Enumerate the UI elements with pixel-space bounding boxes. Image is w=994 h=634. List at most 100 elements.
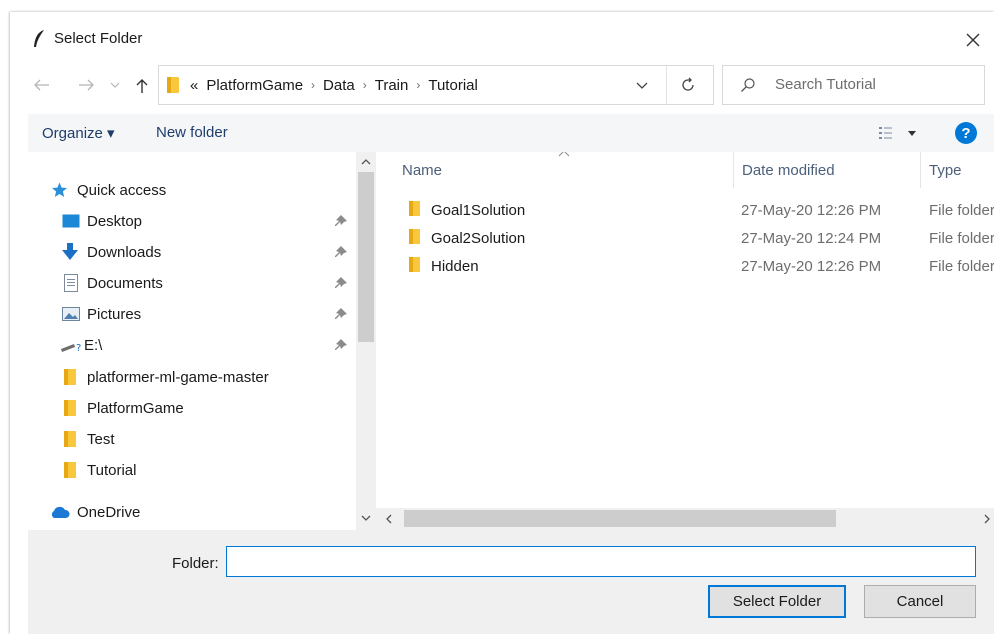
column-header-date-modified[interactable]: Date modified: [742, 162, 835, 179]
file-name: Hidden: [431, 257, 479, 275]
sidebar-item-platformer-ml-game-master[interactable]: platformer-ml-game-master: [28, 363, 358, 391]
command-bar: Organize ▾ New folder ?: [28, 114, 994, 153]
breadcrumb-train[interactable]: Train: [373, 77, 411, 94]
list-item[interactable]: Goal1Solution 27-May-20 12:26 PM File fo…: [376, 197, 994, 223]
drive-icon: ?: [61, 343, 81, 353]
file-name: Goal1Solution: [431, 201, 526, 219]
file-date: 27-May-20 12:24 PM: [741, 229, 882, 247]
file-name: Goal2Solution: [431, 229, 526, 247]
help-icon: ?: [961, 124, 971, 142]
breadcrumb-data[interactable]: Data: [321, 77, 357, 94]
pin-icon[interactable]: [334, 245, 348, 259]
document-icon: [64, 274, 78, 292]
sidebar-item-documents[interactable]: Documents: [28, 269, 358, 297]
column-divider[interactable]: [920, 152, 921, 188]
view-options-button[interactable]: [872, 123, 922, 143]
chevron-right-icon: ›: [362, 78, 367, 92]
scroll-left-icon[interactable]: [385, 514, 392, 524]
breadcrumb-platformgame[interactable]: PlatformGame: [204, 77, 305, 94]
pin-icon[interactable]: [334, 307, 348, 321]
sidebar-item-platformgame[interactable]: PlatformGame: [28, 394, 358, 422]
scroll-thumb[interactable]: [358, 172, 374, 342]
desktop-icon: [62, 214, 80, 228]
sidebar-item-drive-e[interactable]: ? E:\: [28, 331, 358, 359]
folder-icon: [64, 431, 76, 447]
breadcrumb-tutorial[interactable]: Tutorial: [426, 77, 479, 94]
scroll-thumb[interactable]: [404, 510, 836, 527]
scroll-right-icon[interactable]: [984, 514, 991, 524]
close-icon: [966, 33, 980, 47]
column-header-type[interactable]: Type: [929, 162, 962, 179]
scroll-up-icon[interactable]: [361, 158, 371, 165]
folder-icon: [409, 257, 420, 272]
list-item[interactable]: Hidden 27-May-20 12:26 PM File folder: [376, 253, 994, 279]
file-type: File folder: [929, 229, 994, 247]
address-dropdown-button[interactable]: [629, 75, 655, 95]
dialog-title: Select Folder: [54, 30, 143, 47]
folder-icon: [409, 229, 420, 244]
refresh-icon: [682, 77, 694, 91]
address-bar[interactable]: « PlatformGame › Data › Train › Tutorial: [158, 65, 714, 105]
file-list: Name Date modified Type Goal1Solution 27…: [376, 152, 994, 508]
help-button[interactable]: ?: [955, 122, 977, 144]
chevron-down-icon: [110, 82, 120, 88]
svg-text:?: ?: [76, 343, 81, 353]
refresh-button[interactable]: [673, 74, 703, 96]
chevron-right-icon: ›: [311, 78, 316, 92]
file-list-scrollbar[interactable]: [376, 508, 994, 530]
pictures-icon: [62, 307, 80, 321]
folder-input[interactable]: [226, 546, 976, 577]
file-type: File folder: [929, 257, 994, 275]
scroll-down-icon[interactable]: [361, 515, 371, 522]
search-box[interactable]: Search Tutorial: [722, 65, 985, 105]
sidebar-item-pictures[interactable]: Pictures: [28, 300, 358, 328]
sidebar-item-tutorial[interactable]: Tutorial: [28, 456, 358, 484]
cancel-button[interactable]: Cancel: [864, 585, 976, 618]
sidebar-item-quick-access[interactable]: Quick access: [28, 176, 358, 204]
file-date: 27-May-20 12:26 PM: [741, 257, 882, 275]
column-header-name[interactable]: Name: [402, 162, 442, 179]
folder-icon: [64, 462, 76, 478]
sidebar-item-downloads[interactable]: Downloads: [28, 238, 358, 266]
search-icon: [741, 78, 755, 92]
organize-button[interactable]: Organize ▾: [42, 124, 115, 142]
pin-icon[interactable]: [334, 338, 348, 352]
sort-ascending-icon: [558, 152, 570, 157]
folder-icon: [64, 369, 76, 385]
folder-icon: [64, 400, 76, 416]
list-item[interactable]: Goal2Solution 27-May-20 12:24 PM File fo…: [376, 225, 994, 251]
star-icon: [52, 182, 67, 197]
overflow-chevron[interactable]: «: [188, 77, 200, 94]
folder-label: Folder:: [172, 555, 219, 572]
breadcrumb: « PlatformGame › Data › Train › Tutorial: [159, 66, 480, 104]
file-date: 27-May-20 12:26 PM: [741, 201, 882, 219]
sidebar-scrollbar[interactable]: [356, 152, 376, 530]
cloud-icon: [51, 506, 70, 518]
recent-locations-button[interactable]: [106, 75, 124, 95]
details-view-icon: [879, 127, 892, 139]
pin-icon[interactable]: [334, 214, 348, 228]
up-button[interactable]: [130, 74, 154, 98]
caret-down-icon: [908, 130, 916, 136]
file-type: File folder: [929, 201, 994, 219]
chevron-right-icon: ›: [416, 78, 421, 92]
pin-icon[interactable]: [334, 276, 348, 290]
feather-icon: [34, 30, 44, 47]
sidebar-item-desktop[interactable]: Desktop: [28, 207, 358, 235]
close-button[interactable]: [958, 26, 988, 54]
search-input[interactable]: Search Tutorial: [775, 76, 876, 93]
arrow-up-icon: [136, 79, 148, 93]
arrow-right-icon: [79, 79, 94, 91]
new-folder-button[interactable]: New folder: [156, 124, 228, 141]
back-button[interactable]: [30, 74, 54, 96]
select-folder-button[interactable]: Select Folder: [708, 585, 846, 618]
navigation-pane: Quick access Desktop Downloads Documents…: [28, 152, 376, 530]
forward-button[interactable]: [74, 74, 98, 96]
column-divider[interactable]: [733, 152, 734, 188]
sidebar-item-test[interactable]: Test: [28, 425, 358, 453]
divider: [666, 66, 667, 104]
arrow-left-icon: [34, 79, 49, 91]
sidebar-item-onedrive[interactable]: OneDrive: [28, 498, 358, 526]
folder-icon: [167, 77, 179, 93]
folder-icon: [409, 201, 420, 216]
